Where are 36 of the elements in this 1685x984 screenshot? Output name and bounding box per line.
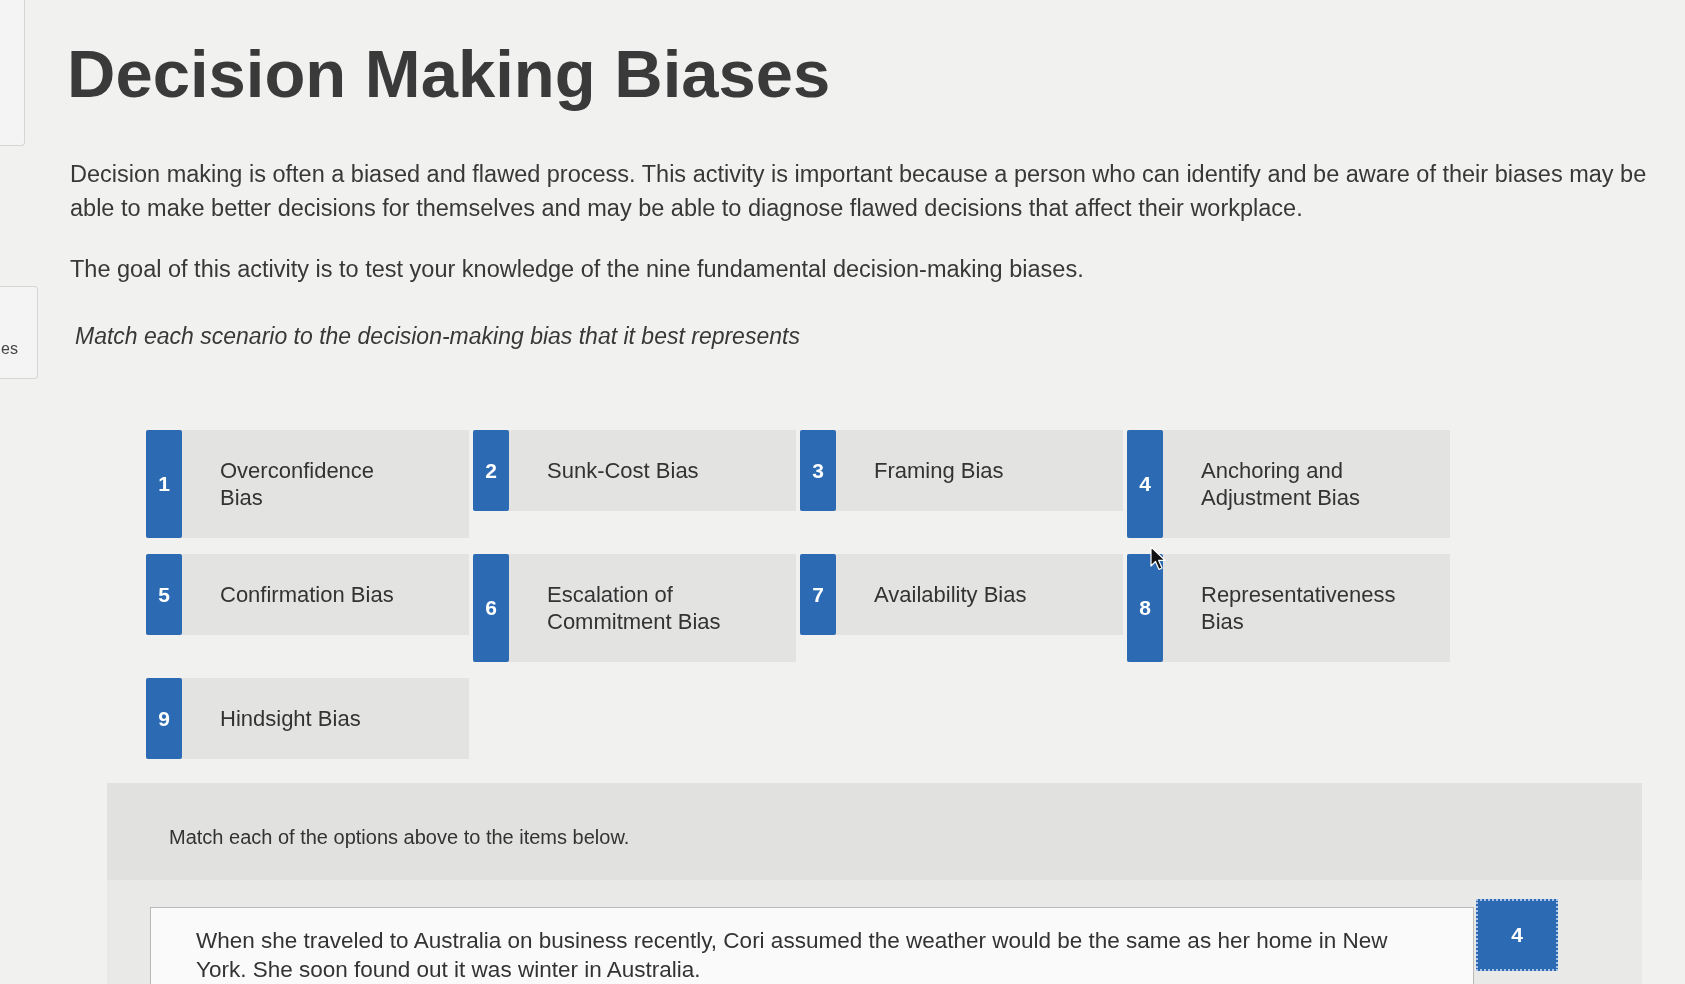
dropped-answer[interactable]: 4 <box>1476 899 1558 971</box>
option-number: 8 <box>1127 554 1163 662</box>
option-label: Confirmation Bias <box>220 581 394 608</box>
option-card[interactable]: 1 Overconfidence Bias <box>146 430 469 538</box>
pointer-cursor-icon <box>1150 546 1167 571</box>
option-label: Hindsight Bias <box>220 705 361 732</box>
option-label: Anchoring and Adjustment Bias <box>1201 457 1361 511</box>
scenario-text: When she traveled to Australia on business recently, Cori assumed the weather would be the same as her home in New York. She soon found out it was winter in Australia. <box>196 928 1388 982</box>
option-number: 7 <box>800 554 836 635</box>
option-number: 1 <box>146 430 182 538</box>
option-label: Sunk-Cost Bias <box>547 457 699 484</box>
option-label: Overconfidence Bias <box>220 457 376 511</box>
option-label: Escalation of Commitment Bias <box>547 581 722 635</box>
option-number: 4 <box>1127 430 1163 538</box>
option-card[interactable]: 2 Sunk-Cost Bias <box>473 430 796 511</box>
option-label: Representativeness Bias <box>1201 581 1397 635</box>
option-label: Availability Bias <box>874 581 1027 608</box>
option-card[interactable]: 3 Framing Bias <box>800 430 1123 511</box>
option-number: 3 <box>800 430 836 511</box>
option-card[interactable]: 5 Confirmation Bias <box>146 554 469 635</box>
intro-paragraph: Decision making is often a biased and flawed process. This activity is important because a person who can identify and be aware of their biases may be able to make better decisions for themselves and may be able to diagnose flawed decisions that affect their workplace. <box>70 160 1648 223</box>
option-number: 5 <box>146 554 182 635</box>
side-tab[interactable]: es <box>0 286 38 379</box>
intro-paragraph: The goal of this activity is to test your knowledge of the nine fundamental decision-making biases. <box>70 255 1085 284</box>
option-card[interactable]: 4 Anchoring and Adjustment Bias <box>1127 430 1450 538</box>
option-number: 9 <box>146 678 182 759</box>
instruction-text: Match each scenario to the decision-making bias that it best represents <box>75 322 801 351</box>
option-card[interactable]: 8 Representativeness Bias <box>1127 554 1450 662</box>
option-card[interactable]: 7 Availability Bias <box>800 554 1123 635</box>
panel-header: Match each of the options above to the items below. <box>107 783 1642 880</box>
option-number: 6 <box>473 554 509 662</box>
option-number: 2 <box>473 430 509 511</box>
page-title: Decision Making Biases <box>67 35 832 113</box>
option-label: Framing Bias <box>874 457 1004 484</box>
option-card[interactable]: 9 Hindsight Bias <box>146 678 469 759</box>
option-card[interactable]: 6 Escalation of Commitment Bias <box>473 554 796 662</box>
